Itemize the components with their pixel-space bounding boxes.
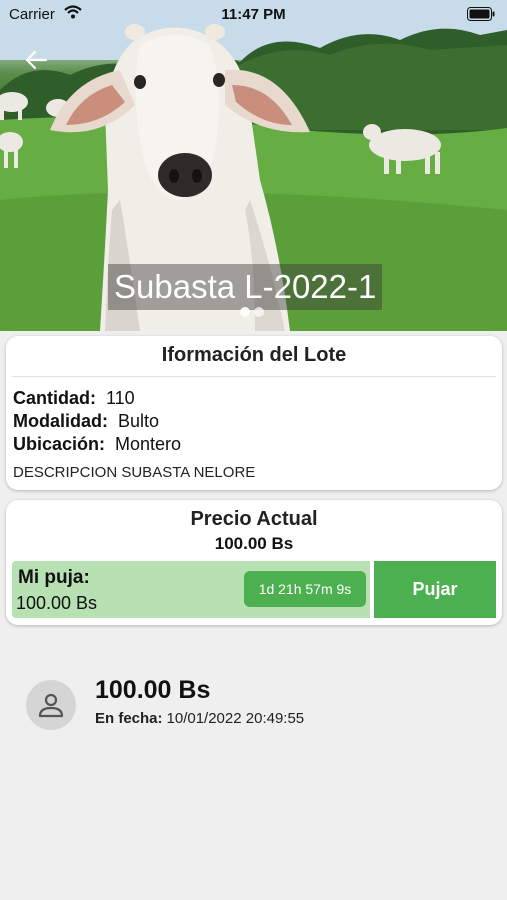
avatar	[26, 680, 76, 730]
person-icon	[38, 693, 64, 718]
lot-info-title: Iformación del Lote	[161, 344, 347, 366]
my-bid-label: Mi puja:	[18, 567, 90, 588]
page-dot-active[interactable]	[240, 307, 250, 317]
lot-modality-value: Bulto	[118, 411, 160, 431]
lot-location-row: Ubicación: Montero	[13, 434, 181, 455]
bid-button[interactable]: Pujar	[374, 561, 496, 618]
current-price-value: 100.00 Bs	[214, 534, 294, 553]
bid-date-value: 10/01/2022 20:49:55	[166, 710, 305, 727]
bid-amount: 100.00 Bs	[95, 676, 211, 704]
current-price-title: Precio Actual	[190, 508, 318, 530]
status-time: 11:47 PM	[221, 6, 286, 23]
my-bid-panel: Mi puja: 100.00 Bs 1d 21h 57m 9s	[12, 561, 370, 618]
bid-history-item: 100.00 Bs En fecha: 10/01/2022 20:49:55	[26, 676, 486, 736]
carousel-page-indicator[interactable]	[240, 307, 264, 317]
arrow-left-icon	[25, 50, 48, 70]
status-bar: Carrier 11:47 PM	[0, 0, 507, 28]
lot-quantity-value: 110	[106, 388, 135, 408]
current-price-card: Precio Actual 100.00 Bs Mi puja: 100.00 …	[6, 500, 502, 625]
page-dot[interactable]	[254, 307, 264, 317]
lot-info-card: Iformación del Lote Cantidad: 110 Modalid…	[6, 336, 502, 490]
lot-location-value: Montero	[115, 434, 182, 454]
my-bid-value: 100.00 Bs	[16, 593, 98, 613]
lot-modality-row: Modalidad: Bulto	[13, 411, 159, 432]
lot-description: DESCRIPCION SUBASTA NELORE	[13, 464, 256, 481]
bid-date-row: En fecha: 10/01/2022 20:49:55	[95, 710, 304, 727]
lot-modality-label: Modalidad:	[13, 411, 108, 431]
auction-title: Subasta L-2022-1	[108, 264, 383, 310]
divider	[12, 376, 496, 377]
lot-quantity-label: Cantidad:	[13, 388, 96, 408]
lot-quantity-row: Cantidad: 110	[13, 388, 135, 409]
lot-location-label: Ubicación:	[13, 434, 106, 454]
bid-date-label: En fecha:	[95, 710, 163, 727]
back-button[interactable]	[22, 46, 50, 74]
battery-icon	[467, 7, 495, 25]
countdown-badge: 1d 21h 57m 9s	[244, 571, 366, 607]
